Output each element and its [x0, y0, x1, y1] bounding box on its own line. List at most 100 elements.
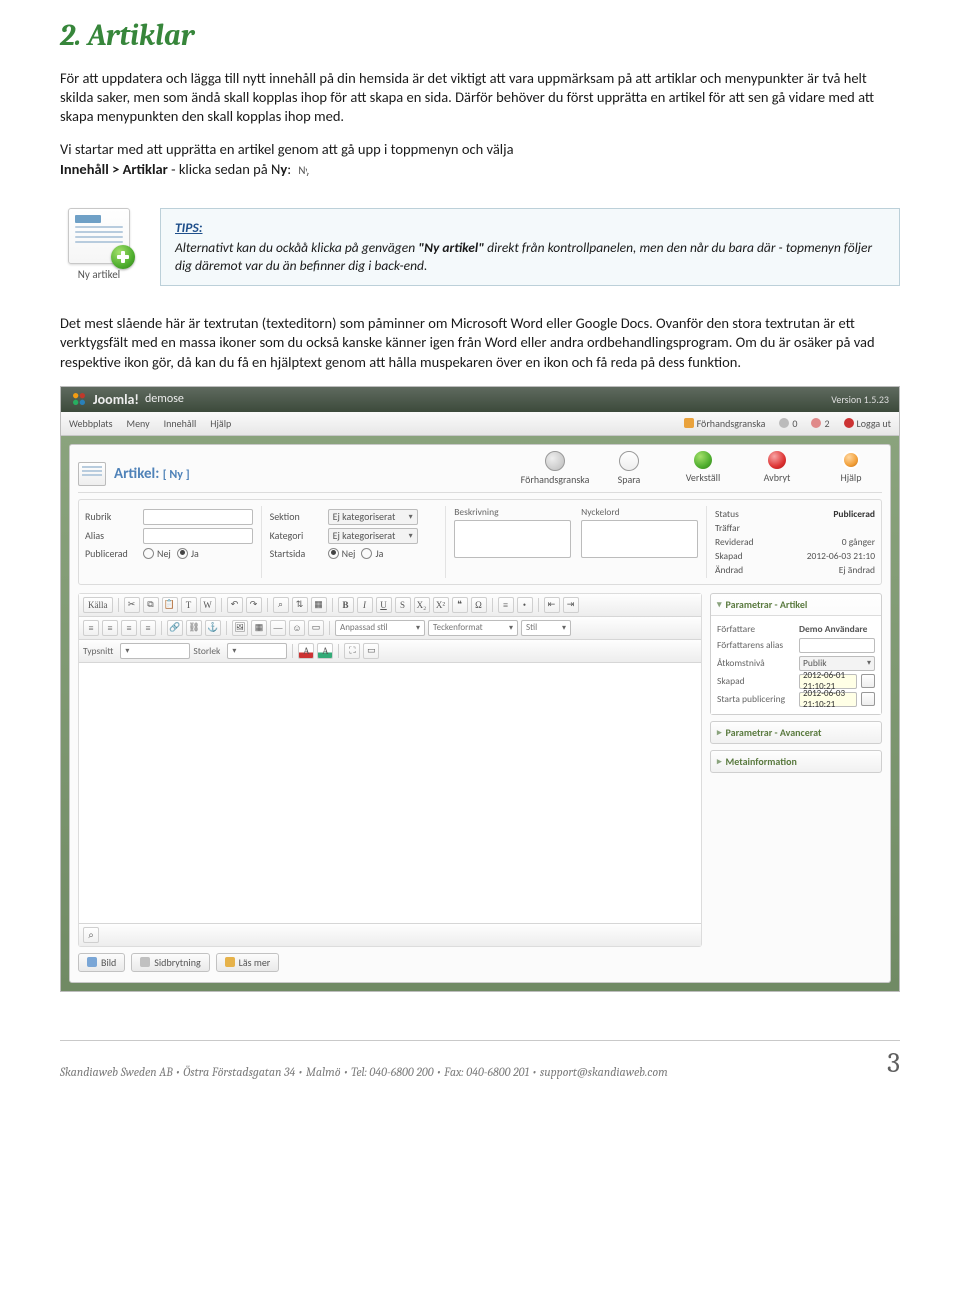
- select-storlek[interactable]: [227, 643, 287, 659]
- accordion-header-avancerat[interactable]: Parametrar - Avancerat: [711, 722, 881, 743]
- btn-maximize[interactable]: ⛶: [344, 643, 360, 659]
- menu-hjalp[interactable]: Hjälp: [210, 417, 231, 430]
- btn-ol[interactable]: ≡: [498, 597, 514, 613]
- btn-copy[interactable]: ⧉: [143, 597, 159, 613]
- btn-readmore[interactable]: Läs mer: [216, 953, 280, 972]
- radio-startsida-nej[interactable]: Nej: [328, 547, 356, 560]
- btn-paste[interactable]: 📋: [162, 597, 178, 613]
- btn-indent[interactable]: ⇥: [563, 597, 579, 613]
- p2-text-a: Vi startar med att upprätta en artikel g…: [60, 140, 514, 158]
- toolbar-help[interactable]: Hjälp: [820, 451, 882, 486]
- btn-align-center[interactable]: ≡: [102, 620, 118, 636]
- btn-align-justify[interactable]: ≡: [140, 620, 156, 636]
- menu-innehall[interactable]: Innehåll: [164, 417, 197, 430]
- textarea-nyckelord[interactable]: [581, 520, 698, 558]
- select-anpassad-stil[interactable]: Anpassad stil: [335, 620, 425, 636]
- ny-artikel-shortcut: Ny artikel: [60, 208, 138, 281]
- joomla-version: Version 1.5.23: [831, 393, 889, 406]
- btn-link[interactable]: 🔗: [167, 620, 183, 636]
- input-alias[interactable]: [143, 528, 253, 544]
- select-teckenformat[interactable]: Teckenformat: [428, 620, 518, 636]
- toolbar-preview[interactable]: Förhandsgranska: [524, 451, 586, 486]
- input-startpub-date[interactable]: 2012-06-03 21:10:21: [799, 692, 857, 707]
- input-forfattaralias[interactable]: [799, 638, 875, 653]
- btn-paste-word[interactable]: W: [200, 597, 216, 613]
- atkomst-value: Publik: [803, 657, 827, 669]
- toolbar-save[interactable]: Spara: [598, 451, 660, 486]
- btn-redo[interactable]: ↷: [246, 597, 262, 613]
- logout-link[interactable]: Logga ut: [844, 417, 891, 430]
- calendar-icon[interactable]: [861, 674, 875, 688]
- input-skapad-date[interactable]: 2012-06-01 21:10:21: [799, 674, 857, 689]
- select-stil[interactable]: Stil: [521, 620, 571, 636]
- btn-align-left[interactable]: ≡: [83, 620, 99, 636]
- select-atkomst[interactable]: Publik: [799, 656, 875, 671]
- select-kategori[interactable]: Ej kategoriserat: [328, 528, 418, 544]
- radio-ja-label2: Ja: [375, 547, 383, 560]
- label-startsida: Startsida: [270, 547, 322, 560]
- btn-paste-text[interactable]: T: [181, 597, 197, 613]
- input-rubrik[interactable]: [143, 509, 253, 525]
- btn-source[interactable]: Källa: [83, 597, 113, 613]
- btn-table[interactable]: ▦: [251, 620, 267, 636]
- editor-content-area[interactable]: [79, 663, 701, 923]
- btn-ul[interactable]: •: [517, 597, 533, 613]
- btn-replace[interactable]: ⇅: [292, 597, 308, 613]
- btn-find[interactable]: ⌕: [273, 597, 289, 613]
- andrad-value: Ej ändrad: [839, 564, 875, 576]
- btn-subscript[interactable]: X₂: [414, 597, 430, 613]
- btn-quote[interactable]: ❝: [452, 597, 468, 613]
- btn-cut[interactable]: ✂: [124, 597, 140, 613]
- toolbar-cancel[interactable]: Avbryt: [746, 451, 808, 486]
- editor-toolbar-row-3: Typsnitt Storlek A A ⛶ ▭: [79, 640, 701, 663]
- editor-statusbar: ⌕: [79, 923, 701, 946]
- radio-publicerad-ja[interactable]: Ja: [177, 547, 199, 560]
- toolbar-apply[interactable]: Verkställ: [672, 451, 734, 486]
- document-icon: [68, 208, 130, 264]
- select-sektion[interactable]: Ej kategoriserat: [328, 509, 418, 525]
- textarea-beskrivning[interactable]: [454, 520, 571, 558]
- check-icon: [694, 451, 712, 469]
- btn-pagebreak[interactable]: Sidbrytning: [131, 953, 209, 972]
- btn-selectall[interactable]: ▦: [311, 597, 327, 613]
- article-meta-form: Rubrik Alias Publicerad Nej Ja SektionEj…: [78, 499, 882, 585]
- btn-bold[interactable]: B: [338, 597, 354, 613]
- accordion-header-artikel[interactable]: Parametrar - Artikel: [711, 594, 881, 615]
- menu-meny[interactable]: Meny: [127, 417, 150, 430]
- btn-textcolor[interactable]: A: [298, 643, 314, 659]
- users-count[interactable]: 2: [811, 417, 829, 430]
- btn-hr[interactable]: —: [270, 620, 286, 636]
- btn-image[interactable]: 🖼: [232, 620, 248, 636]
- btn-anchor[interactable]: ⚓: [205, 620, 221, 636]
- parameters-sidebar: Parametrar - Artikel FörfattareDemo Anvä…: [710, 593, 882, 972]
- btn-showblocks[interactable]: ▭: [363, 643, 379, 659]
- accordion-parametrar-avancerat: Parametrar - Avancerat: [710, 721, 882, 744]
- preview-label: Förhandsgranska: [697, 417, 766, 430]
- btn-undo[interactable]: ↶: [227, 597, 243, 613]
- messages-count[interactable]: 0: [779, 417, 797, 430]
- btn-specialchar[interactable]: Ω: [471, 597, 487, 613]
- btn-outdent[interactable]: ⇤: [544, 597, 560, 613]
- btn-iframe[interactable]: ▭: [308, 620, 324, 636]
- calendar-icon[interactable]: [861, 692, 875, 706]
- radio-publicerad-nej[interactable]: Nej: [143, 547, 171, 560]
- preview-link[interactable]: Förhandsgranska: [684, 417, 766, 430]
- btn-strike[interactable]: S: [395, 597, 411, 613]
- toolbar-cancel-label: Avbryt: [764, 471, 791, 484]
- btn-bgcolor[interactable]: A: [317, 643, 333, 659]
- btn-italic[interactable]: I: [357, 597, 373, 613]
- label-publicerad: Publicerad: [85, 547, 137, 560]
- menu-webbplats[interactable]: Webbplats: [69, 417, 113, 430]
- select-typsnitt[interactable]: [120, 643, 190, 659]
- zoom-icon[interactable]: ⌕: [83, 927, 99, 943]
- btn-unlink[interactable]: ⛓: [186, 620, 202, 636]
- radio-startsida-ja[interactable]: Ja: [361, 547, 383, 560]
- btn-smiley[interactable]: ☺: [289, 620, 305, 636]
- btn-superscript[interactable]: X²: [433, 597, 449, 613]
- paragraph-2: Vi startar med att upprätta en artikel g…: [60, 140, 900, 179]
- radio-nej-label: Nej: [157, 547, 171, 560]
- btn-align-right[interactable]: ≡: [121, 620, 137, 636]
- btn-underline[interactable]: U: [376, 597, 392, 613]
- btn-insert-image[interactable]: Bild: [78, 953, 125, 972]
- accordion-header-metainfo[interactable]: Metainformation: [711, 751, 881, 772]
